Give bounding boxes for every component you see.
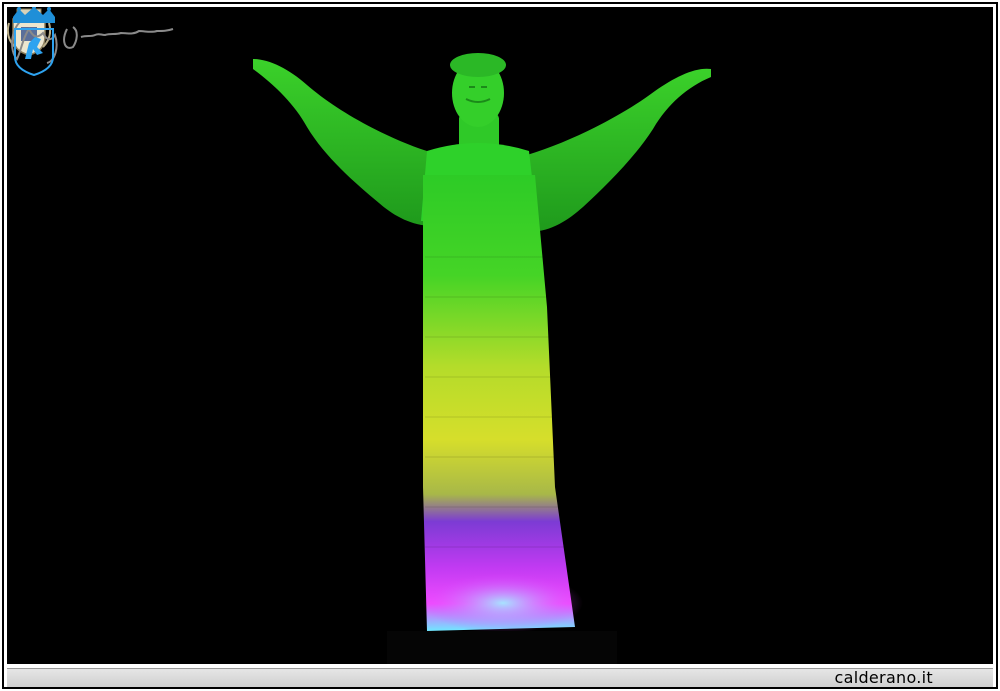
statue-body	[423, 175, 575, 631]
statue-illustration	[253, 53, 711, 664]
watermark-text: calderano.it	[834, 668, 933, 687]
left-arm	[253, 59, 441, 226]
night-photo	[7, 7, 993, 664]
blue-coat-of-arms-icon	[13, 7, 55, 77]
right-arm	[521, 68, 711, 232]
caption-bar: calderano.it	[7, 668, 993, 687]
